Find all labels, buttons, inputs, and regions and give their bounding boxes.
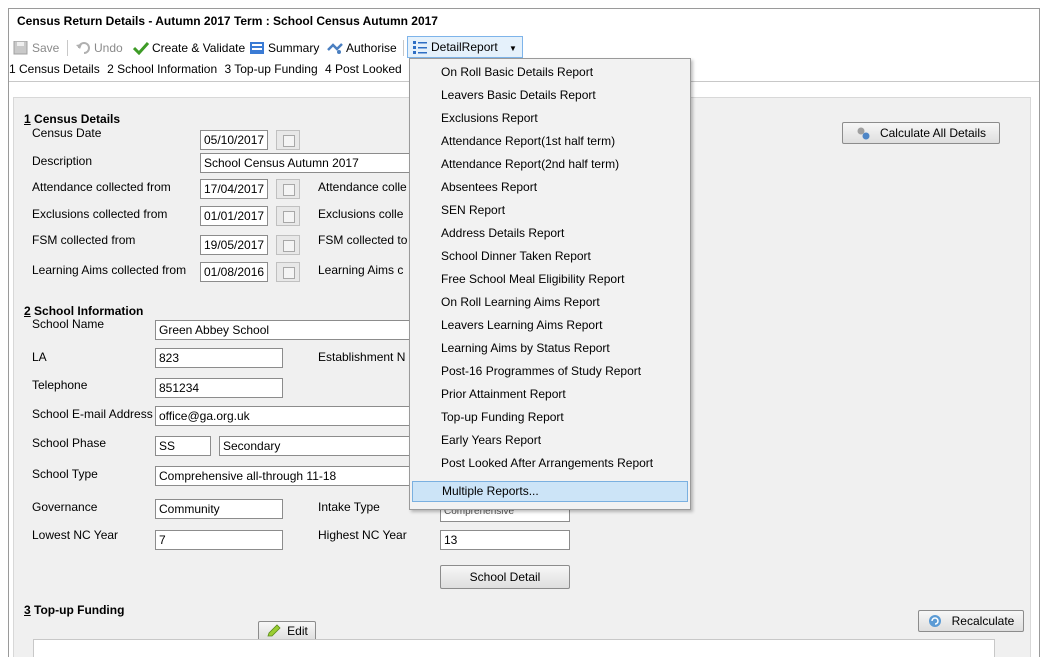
governance-field[interactable]: Community	[155, 499, 283, 519]
school-name-field[interactable]: Green Abbey School	[155, 320, 415, 340]
summary-button[interactable]: Summary	[249, 38, 319, 58]
highest-nc-year-label: Highest NC Year	[318, 528, 407, 542]
calendar-icon[interactable]	[276, 179, 300, 199]
toolbar-separator	[403, 40, 404, 56]
school-information-heading: 2 School Information	[24, 304, 144, 318]
menu-item-sen[interactable]: SEN Report	[412, 200, 688, 221]
toolbar-separator	[67, 40, 68, 56]
tab-school-information[interactable]: 2 School Information	[107, 62, 217, 76]
school-type-field[interactable]: Comprehensive all-through 11-18	[155, 466, 415, 486]
menu-item-attendance-1st[interactable]: Attendance Report(1st half term)	[412, 131, 688, 152]
chevron-down-icon: ▼	[509, 44, 517, 53]
menu-item-learning-aims-status[interactable]: Learning Aims by Status Report	[412, 338, 688, 359]
menu-item-topup-funding[interactable]: Top-up Funding Report	[412, 407, 688, 428]
calendar-icon[interactable]	[276, 130, 300, 150]
attendance-from-label: Attendance collected from	[32, 180, 171, 194]
detail-report-button[interactable]: DetailReport ▼	[407, 36, 523, 58]
edit-button[interactable]: Edit	[258, 621, 316, 641]
menu-item-post16-programmes[interactable]: Post-16 Programmes of Study Report	[412, 361, 688, 382]
menu-item-on-roll-basic-details[interactable]: On Roll Basic Details Report	[412, 62, 688, 83]
highest-nc-year-field[interactable]: 13	[440, 530, 570, 550]
section-tabs: 1 Census Details 2 School Information 3 …	[9, 60, 406, 78]
pencil-icon	[266, 624, 282, 638]
la-label: LA	[32, 350, 47, 364]
menu-item-prior-attainment[interactable]: Prior Attainment Report	[412, 384, 688, 405]
menu-item-fsm-eligibility[interactable]: Free School Meal Eligibility Report	[412, 269, 688, 290]
exclusions-to-label: Exclusions colle	[318, 207, 404, 221]
exclusions-from-field[interactable]: 01/01/2017	[200, 206, 268, 226]
school-detail-button[interactable]: School Detail	[440, 565, 570, 589]
check-icon	[132, 41, 150, 56]
description-field[interactable]: School Census Autumn 2017	[200, 153, 412, 173]
calculate-all-details-button[interactable]: Calculate All Details	[842, 122, 1000, 144]
school-phase-field[interactable]: Secondary	[219, 436, 415, 456]
tab-post-looked[interactable]: 4 Post Looked	[325, 62, 402, 76]
menu-item-multiple-reports[interactable]: Multiple Reports...	[412, 481, 688, 502]
menu-item-absentees[interactable]: Absentees Report	[412, 177, 688, 198]
email-field[interactable]: office@ga.org.uk	[155, 406, 415, 426]
attendance-to-label: Attendance colle	[318, 180, 407, 194]
save-icon	[13, 40, 29, 55]
recalculate-icon	[928, 614, 942, 628]
save-button[interactable]: Save	[13, 38, 59, 58]
recalculate-button[interactable]: Recalculate	[918, 610, 1024, 632]
la-field[interactable]: 823	[155, 348, 283, 368]
calendar-icon[interactable]	[276, 235, 300, 255]
menu-item-attendance-2nd[interactable]: Attendance Report(2nd half term)	[412, 154, 688, 175]
calendar-icon[interactable]	[276, 206, 300, 226]
menu-item-post-looked-after[interactable]: Post Looked After Arrangements Report	[412, 453, 688, 474]
intake-type-label: Intake Type	[318, 500, 380, 514]
detail-report-menu: On Roll Basic Details Report Leavers Bas…	[409, 58, 691, 510]
topup-funding-heading: 3 Top-up Funding	[24, 603, 125, 617]
establishment-label: Establishment N	[318, 350, 406, 364]
summary-icon	[249, 41, 265, 55]
learning-aims-to-label: Learning Aims c	[318, 263, 404, 277]
school-type-label: School Type	[32, 467, 98, 481]
fsm-to-label: FSM collected to	[318, 233, 408, 247]
attendance-from-field[interactable]: 17/04/2017	[200, 179, 268, 199]
telephone-label: Telephone	[32, 378, 88, 392]
undo-icon	[75, 41, 91, 55]
menu-item-early-years[interactable]: Early Years Report	[412, 430, 688, 451]
exclusions-from-label: Exclusions collected from	[32, 207, 168, 221]
lowest-nc-year-label: Lowest NC Year	[32, 528, 119, 542]
window-title: Census Return Details - Autumn 2017 Term…	[17, 14, 438, 28]
governance-label: Governance	[32, 500, 98, 514]
menu-item-school-dinner[interactable]: School Dinner Taken Report	[412, 246, 688, 267]
menu-item-leavers-basic-details[interactable]: Leavers Basic Details Report	[412, 85, 688, 106]
census-date-field[interactable]: 05/10/2017	[200, 130, 268, 150]
authorise-icon	[327, 41, 343, 55]
lowest-nc-year-field[interactable]: 7	[155, 530, 283, 550]
census-return-window: Census Return Details - Autumn 2017 Term…	[8, 8, 1040, 657]
list-icon	[412, 40, 428, 54]
census-date-label: Census Date	[32, 126, 102, 140]
school-phase-label: School Phase	[32, 436, 107, 450]
school-phase-code-field[interactable]: SS	[155, 436, 211, 456]
fsm-from-label: FSM collected from	[32, 233, 136, 247]
learning-aims-from-field[interactable]: 01/08/2016	[200, 262, 268, 282]
create-validate-button[interactable]: Create & Validate	[132, 38, 245, 58]
calculator-icon	[856, 126, 870, 140]
tab-census-details[interactable]: 1 Census Details	[9, 62, 100, 76]
menu-item-exclusions[interactable]: Exclusions Report	[412, 108, 688, 129]
fsm-from-field[interactable]: 19/05/2017	[200, 235, 268, 255]
email-label: School E-mail Address	[32, 407, 153, 421]
toolbar: Save Undo Create & Validate Summary Auth…	[9, 36, 1039, 60]
learning-aims-from-label: Learning Aims collected from	[32, 263, 187, 277]
authorise-button[interactable]: Authorise	[327, 38, 397, 58]
description-label: Description	[32, 154, 93, 168]
calendar-icon[interactable]	[276, 262, 300, 282]
menu-item-address-details[interactable]: Address Details Report	[412, 223, 688, 244]
census-details-heading: 1 Census Details	[24, 112, 121, 126]
telephone-field[interactable]: 851234	[155, 378, 283, 398]
menu-item-leavers-learning-aims[interactable]: Leavers Learning Aims Report	[412, 315, 688, 336]
menu-item-on-roll-learning-aims[interactable]: On Roll Learning Aims Report	[412, 292, 688, 313]
undo-button[interactable]: Undo	[75, 38, 123, 58]
school-name-label: School Name	[32, 317, 105, 331]
topup-funding-grid	[33, 639, 995, 657]
tab-topup-funding[interactable]: 3 Top-up Funding	[224, 62, 317, 76]
